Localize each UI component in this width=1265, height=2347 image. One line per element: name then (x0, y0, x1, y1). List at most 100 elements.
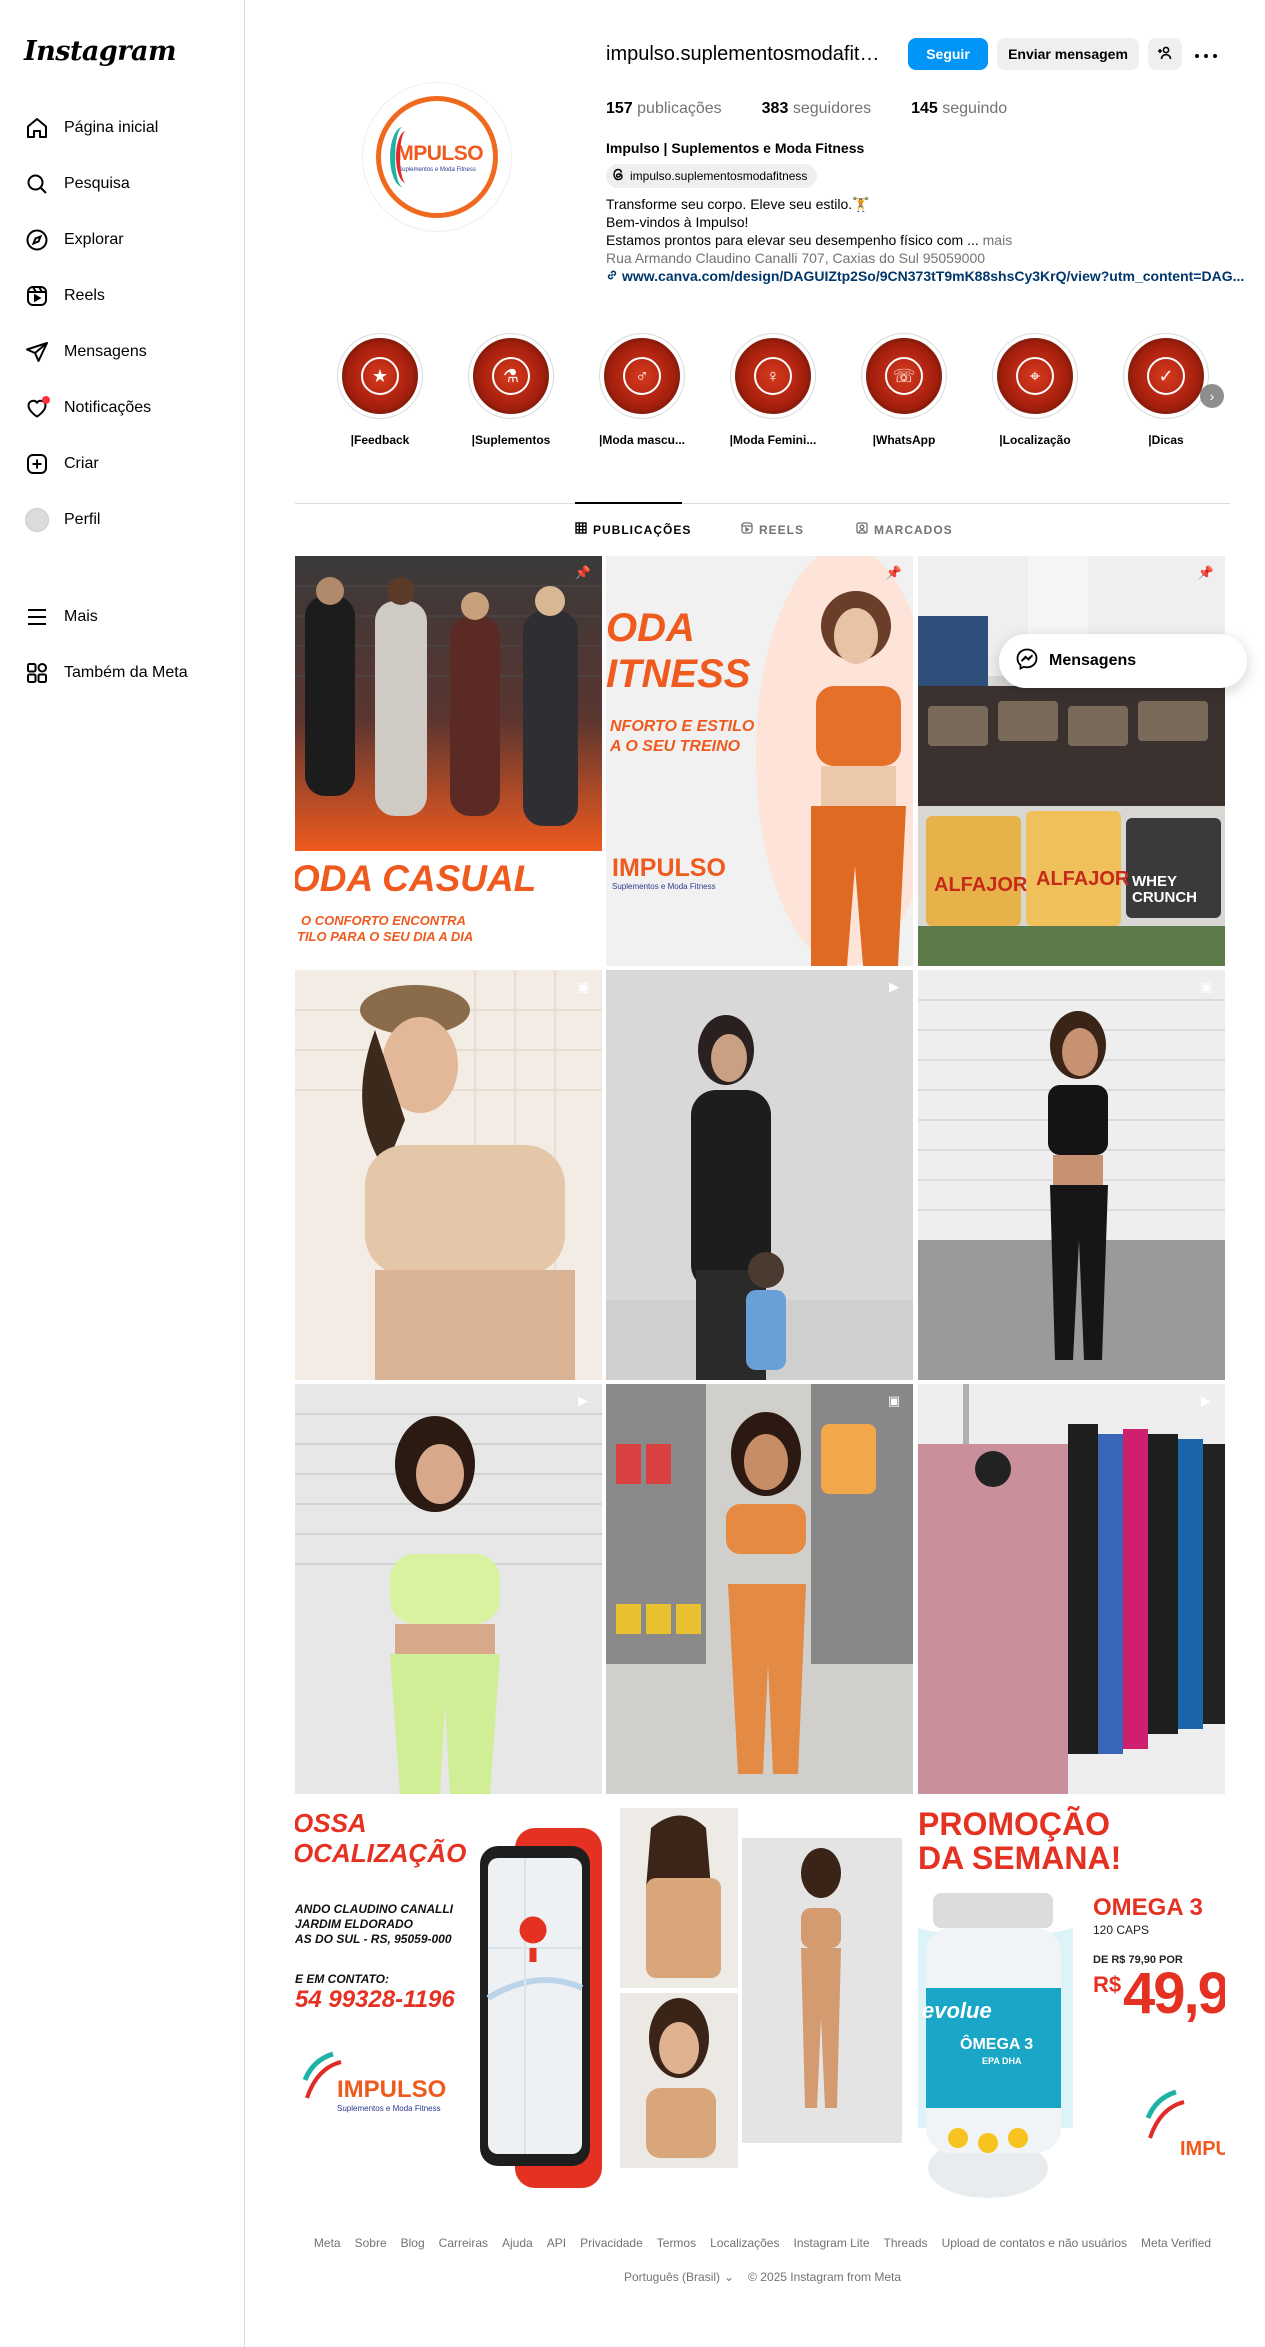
post-photo-1[interactable]: ▣ (295, 970, 602, 1380)
post-moda-fitness[interactable]: ODA ITNESS NFORTO E ESTILO A O SEU TREIN… (606, 556, 913, 966)
bio-address[interactable]: Rua Armando Claudino Canalli 707, Caxias… (606, 249, 1226, 267)
tab-reels[interactable]: REELS (741, 522, 804, 537)
checkmark-icon: ✓ (1147, 357, 1185, 395)
bottle-name: ÔMEGA 3 (960, 2036, 1034, 2053)
post-suplementos[interactable]: ALFAJOR ALFAJOR WHEY CRUNCH 📌 (918, 556, 1225, 966)
threads-badge[interactable]: impulso.suplementosmodafitness (606, 164, 818, 188)
post-address-line: AS DO SUL - RS, 95059-000 (295, 1932, 452, 1946)
search-icon (24, 171, 50, 197)
highlight-moda-masculina[interactable]: ♂ |Moda mascu... (587, 333, 697, 447)
carousel-icon: ▣ (576, 979, 590, 994)
highlight-label: |Moda Femini... (729, 433, 817, 447)
link-icon (606, 267, 618, 285)
bio-line: Transforme seu corpo. Eleve seu estilo.🏋… (606, 196, 870, 212)
footer-link[interactable]: Privacidade (580, 2236, 643, 2250)
footer-link[interactable]: Instagram Lite (793, 2236, 869, 2250)
post-image (606, 1798, 913, 2208)
add-person-icon (1157, 45, 1173, 64)
nav-label: Pesquisa (64, 175, 130, 192)
nav-notifications[interactable]: Notificações (12, 384, 232, 432)
threads-icon (612, 168, 625, 184)
highlight-feedback[interactable]: ★ |Feedback (325, 333, 435, 447)
active-tab-indicator (575, 502, 682, 504)
more-options-button[interactable] (1190, 38, 1222, 70)
footer-link[interactable]: Blog (401, 2236, 425, 2250)
profile-full-name: Impulso | Suplementos e Moda Fitness (606, 140, 865, 156)
tab-marcados[interactable]: MARCADOS (856, 522, 953, 537)
post-promocao[interactable]: PROMOÇÃO DA SEMANA! evolue ÔMEGA 3 EPA D… (918, 1798, 1225, 2208)
following-count[interactable]: 145 seguindo (911, 100, 1007, 118)
bio-more-link[interactable]: mais (983, 232, 1013, 248)
followers-count[interactable]: 383 seguidores (762, 100, 871, 118)
footer-link[interactable]: Sobre (355, 2236, 387, 2250)
pin-icon: 📌 (574, 565, 592, 580)
bottle-brand: evolue (922, 1998, 992, 2023)
reels-icon (24, 283, 50, 309)
highlight-localizacao[interactable]: ⌖ |Localização (980, 333, 1090, 447)
nav-label: Perfil (64, 511, 101, 528)
nav-reels[interactable]: Reels (12, 272, 232, 320)
send-message-button[interactable]: Enviar mensagem (997, 38, 1139, 70)
language-selector[interactable]: Português (Brasil) ⌄ (624, 2270, 734, 2284)
nav-explore[interactable]: Explorar (12, 216, 232, 264)
follow-button[interactable]: Seguir (908, 38, 988, 70)
footer-link[interactable]: Meta (314, 2236, 341, 2250)
footer-link[interactable]: Carreiras (439, 2236, 488, 2250)
chevron-down-icon: ⌄ (724, 2270, 735, 2284)
post-localizacao[interactable]: OSSA OCALIZAÇÃO ANDO CLAUDINO CANALLI JA… (295, 1798, 602, 2208)
tagged-icon (856, 522, 868, 537)
floating-messages-button[interactable]: Mensagens (999, 634, 1247, 688)
post-moda-casual[interactable]: ODA CASUAL O CONFORTO ENCONTRA TILO PARA… (295, 556, 602, 966)
suggest-users-button[interactable] (1148, 38, 1182, 70)
post-photo-4[interactable]: ▶ (295, 1384, 602, 1794)
tabs-divider (295, 503, 1230, 504)
nav-create[interactable]: Criar (12, 440, 232, 488)
nav-also-from-meta[interactable]: Também da Meta (12, 649, 232, 697)
floating-messages-label: Mensagens (1049, 652, 1137, 669)
copyright: © 2025 Instagram from Meta (748, 2270, 901, 2284)
profile-bio: Transforme seu corpo. Eleve seu estilo.🏋… (606, 195, 1244, 285)
nav-search[interactable]: Pesquisa (12, 160, 232, 208)
footer-link[interactable]: Ajuda (502, 2236, 533, 2250)
post-photo-5[interactable]: ▣ (606, 1384, 913, 1794)
carousel-icon: ▣ (1199, 979, 1213, 994)
bio-link[interactable]: www.canva.com/design/DAGUIZtp2So/9CN373t… (622, 267, 1244, 285)
plus-square-icon (24, 451, 50, 477)
nav-messages[interactable]: Mensagens (12, 328, 232, 376)
nav-home[interactable]: Página inicial (12, 104, 232, 152)
highlights-next-button[interactable]: › (1200, 384, 1224, 408)
highlight-label: |Dicas (1148, 433, 1184, 447)
highlight-whatsapp[interactable]: ☏ |WhatsApp (849, 333, 959, 447)
bio-link-row[interactable]: www.canva.com/design/DAGUIZtp2So/9CN373t… (606, 267, 1244, 285)
highlight-suplementos[interactable]: ⚗ |Suplementos (456, 333, 566, 447)
footer-link[interactable]: Threads (884, 2236, 928, 2250)
post-title: PROMOÇÃO (918, 1806, 1110, 1842)
highlight-label: |Moda mascu... (598, 433, 686, 447)
post-photo-7[interactable] (606, 1798, 913, 2208)
product-label: ALFAJOR (1036, 868, 1130, 890)
tab-publicacoes[interactable]: PUBLICAÇÕES (575, 522, 691, 537)
post-title: ODA CASUAL (295, 858, 537, 899)
post-caption-line: O CONFORTO ENCONTRA (301, 913, 466, 928)
highlight-moda-feminina[interactable]: ♀ |Moda Femini... (718, 333, 828, 447)
male-icon: ♂ (623, 357, 661, 395)
post-phone: 54 99328-1196 (295, 1986, 455, 2013)
footer-link[interactable]: Meta Verified (1141, 2236, 1211, 2250)
footer-link[interactable]: Localizações (710, 2236, 779, 2250)
instagram-logo[interactable]: Instagram (24, 36, 177, 67)
footer-link[interactable]: Upload de contatos e não usuários (942, 2236, 1127, 2250)
footer-link[interactable]: Termos (657, 2236, 696, 2250)
post-photo-6[interactable]: ▶ (918, 1384, 1225, 1794)
profile-picture[interactable]: IMPULSO Suplementos e Moda Fitness (362, 82, 512, 232)
nav-profile[interactable]: Perfil (12, 496, 232, 544)
post-photo-3[interactable]: ▣ (918, 970, 1225, 1380)
footer-link[interactable]: API (547, 2236, 566, 2250)
post-photo-2[interactable]: ▶ (606, 970, 913, 1380)
nav-label: Mais (64, 608, 98, 625)
nav-label: Também da Meta (64, 664, 188, 681)
post-subtitle: NFORTO E ESTILO (610, 718, 755, 735)
supplement-icon: ⚗ (492, 357, 530, 395)
nav-more[interactable]: Mais (12, 593, 232, 641)
price-value: 49,9 (1123, 1961, 1225, 2026)
sidebar: Instagram Página inicial Pesquisa Explor… (0, 0, 245, 2347)
